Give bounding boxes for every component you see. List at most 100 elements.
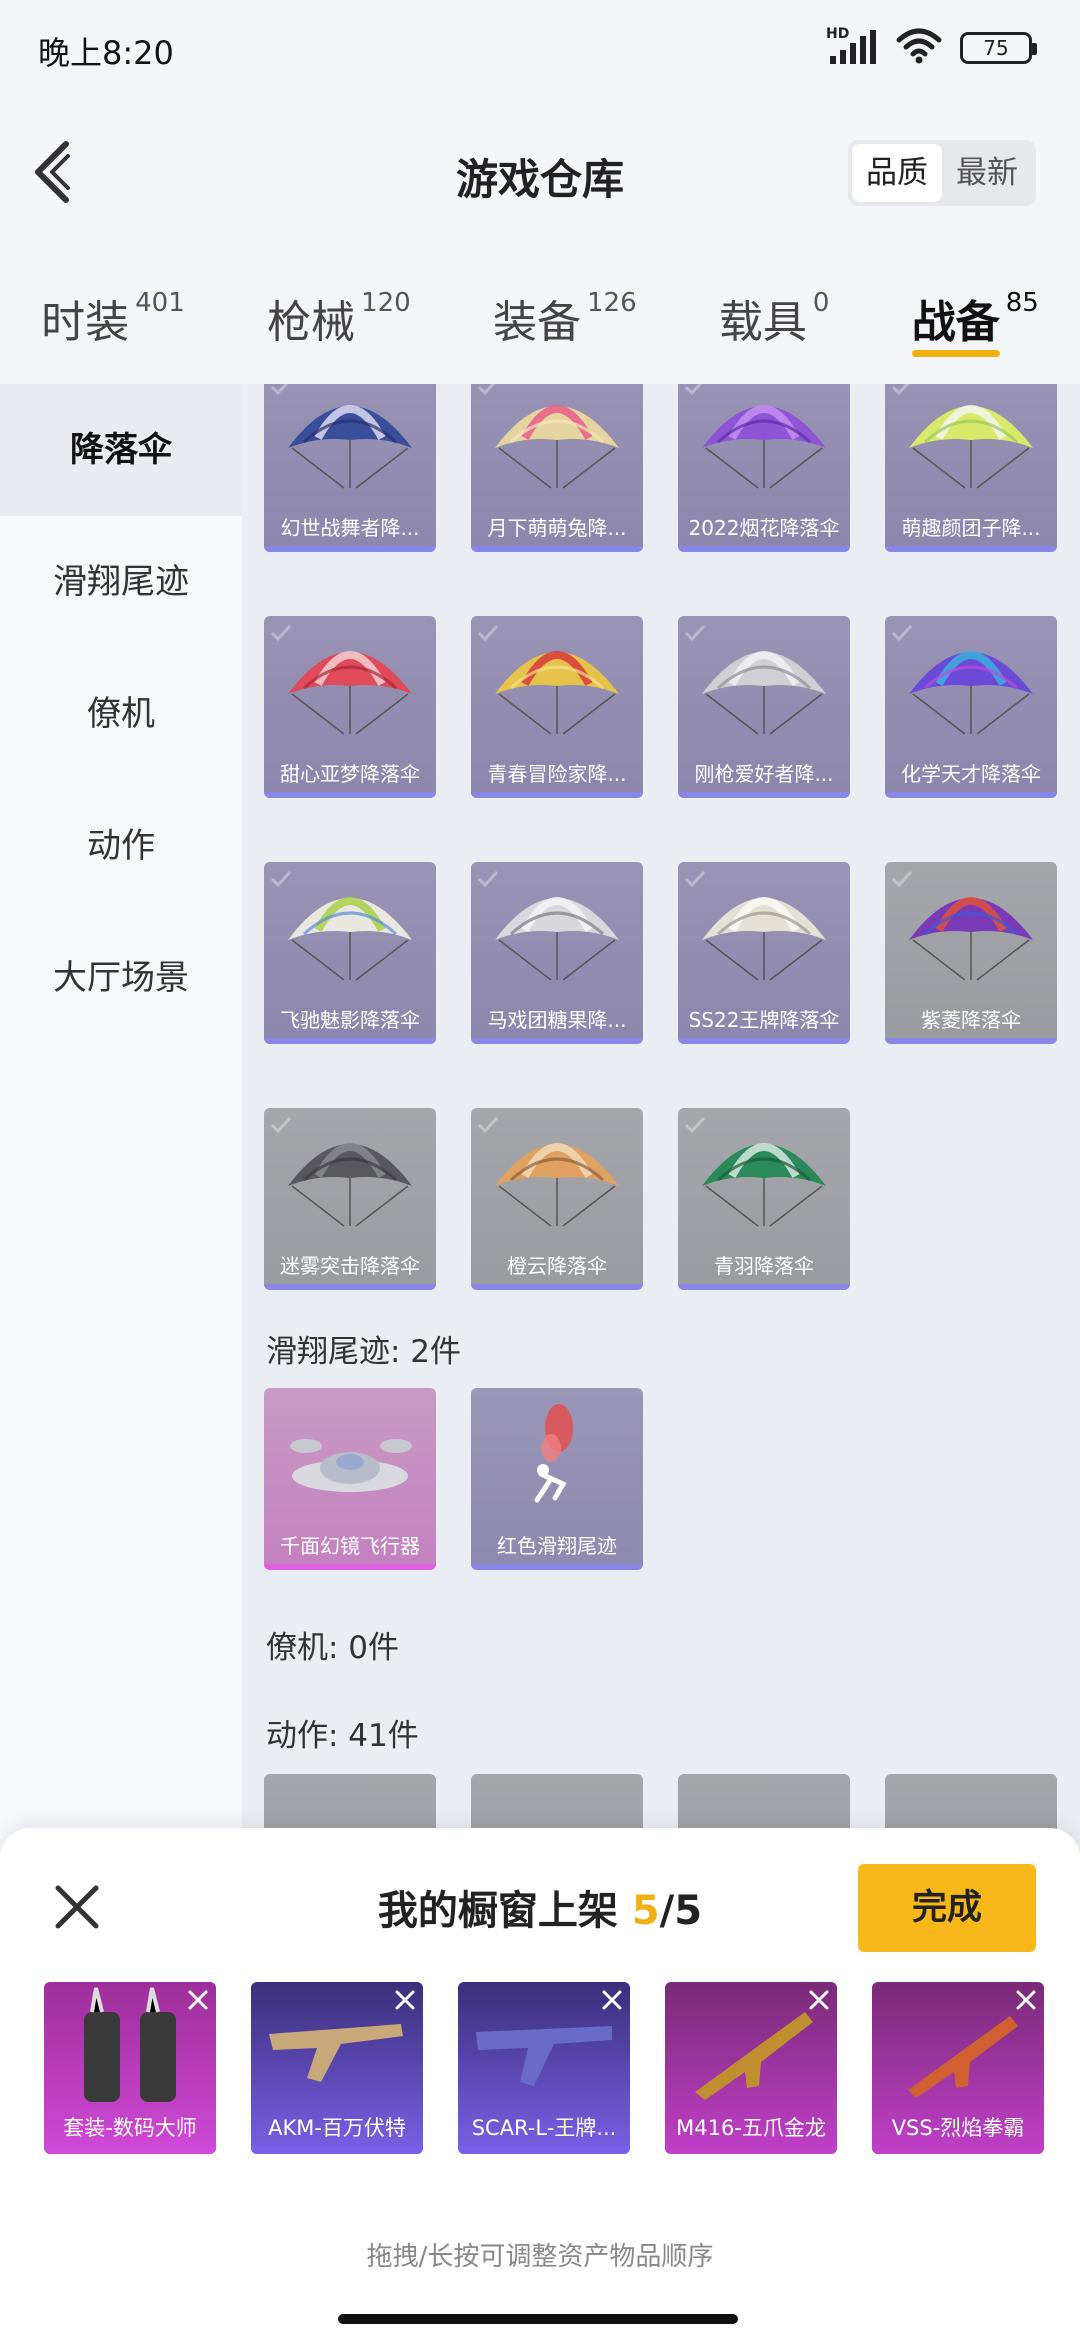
item-grid: 滑翔尾迹: 2件 千面幻镜飞行器 红色滑翔尾迹 僚机: 0件 动作: 41件 幻… <box>242 384 1080 1844</box>
item-name: 橙云降落伞 <box>507 1254 607 1278</box>
rarity-bar <box>264 1038 436 1044</box>
item-name: 幻世战舞者降... <box>280 516 420 540</box>
showcase-slots: 套装-数码大师 AKM-百万伏特 SCAR-L-王牌... M416-五爪金龙 VSS-… <box>44 1982 1044 2154</box>
parachute-image <box>702 405 826 489</box>
rarity-bar <box>665 2146 837 2154</box>
tab-vehicles[interactable]: 载具 0 <box>719 270 830 370</box>
rarity-bar <box>264 1284 436 1290</box>
item-name: 套装-数码大师 <box>63 2116 197 2140</box>
tab-weapons[interactable]: 枪械 120 <box>267 270 411 370</box>
system-icons: HD 75 <box>826 26 1037 68</box>
parachute-card[interactable]: 幻世战舞者降... <box>264 384 436 552</box>
remove-icon[interactable] <box>1014 1988 1038 2012</box>
item-name: SCAR-L-王牌... <box>471 2116 617 2140</box>
showcase-current-count: 5 <box>631 1888 660 1934</box>
showcase-total-count: /5 <box>659 1888 703 1934</box>
rarity-bar <box>885 792 1057 798</box>
check-icon <box>270 1116 292 1134</box>
rarity-bar <box>471 792 643 798</box>
parachute-card[interactable]: 紫菱降落伞 <box>885 862 1057 1044</box>
check-icon <box>270 870 292 888</box>
wifi-icon <box>896 28 942 68</box>
showcase-item[interactable]: SCAR-L-王牌... <box>458 1982 630 2154</box>
parachute-image <box>495 405 619 489</box>
remove-icon[interactable] <box>186 1988 210 2012</box>
showcase-sheet: 我的橱窗上架 5/5 完成 套装-数码大师 AKM-百万伏特 SCAR-L-王牌..… <box>0 1828 1080 2340</box>
sort-toggle: 品质 最新 <box>848 140 1036 206</box>
home-indicator[interactable] <box>338 2314 738 2324</box>
parachute-card[interactable]: 青羽降落伞 <box>678 1108 850 1290</box>
showcase-title-text: 我的橱窗上架 <box>377 1888 618 1934</box>
rarity-bar <box>885 1038 1057 1044</box>
tab-battle-gear[interactable]: 战备 85 <box>911 270 1039 370</box>
parachute-card[interactable]: 橙云降落伞 <box>471 1108 643 1290</box>
parachute-card[interactable]: 月下萌萌兔降... <box>471 384 643 552</box>
check-icon <box>684 384 703 396</box>
tab-label: 时装 <box>41 297 130 348</box>
tab-label: 载具 <box>718 297 807 348</box>
sort-quality-option[interactable]: 品质 <box>852 144 942 202</box>
parachute-card[interactable]: 萌趣颜团子降... <box>885 384 1057 552</box>
item-name: 萌趣颜团子降... <box>901 516 1041 540</box>
rarity-bar <box>678 792 850 798</box>
parachute-card[interactable]: SS22王牌降落伞 <box>678 862 850 1044</box>
rarity-bar <box>44 2146 216 2154</box>
showcase-item[interactable]: 套装-数码大师 <box>44 1982 216 2154</box>
check-icon <box>891 384 910 396</box>
parachute-card[interactable]: 飞驰魅影降落伞 <box>264 862 436 1044</box>
check-icon <box>477 1116 499 1134</box>
side-nav: 降落伞 滑翔尾迹 僚机 动作 大厅场景 <box>0 384 242 1884</box>
parachute-card[interactable]: 青春冒险家降... <box>471 616 643 798</box>
remove-icon[interactable] <box>807 1988 831 2012</box>
status-bar: 晚上8:20 HD 75 <box>0 0 1080 96</box>
tab-equipment[interactable]: 装备 126 <box>493 270 637 370</box>
parachute-card[interactable]: 化学天才降落伞 <box>885 616 1057 798</box>
parachute-image <box>909 405 1033 489</box>
remove-icon[interactable] <box>600 1988 624 2012</box>
parachute-image <box>288 405 412 489</box>
sidenav-item-wingman[interactable]: 僚机 <box>0 648 242 780</box>
item-name: 化学天才降落伞 <box>901 762 1041 786</box>
done-button[interactable]: 完成 <box>858 1864 1036 1952</box>
rarity-bar <box>251 2146 423 2154</box>
tab-count: 401 <box>135 288 185 318</box>
rarity-bar <box>471 1284 643 1290</box>
sort-newest-option[interactable]: 最新 <box>942 144 1032 202</box>
sidenav-item-lobby-scene[interactable]: 大厅场景 <box>0 912 242 1044</box>
tab-fashion[interactable]: 时装 401 <box>41 270 185 370</box>
rarity-bar <box>471 1038 643 1044</box>
rarity-bar <box>264 546 436 552</box>
glide-trail-section-label: 滑翔尾迹: 2件 <box>266 1334 462 1370</box>
check-icon <box>684 624 706 642</box>
item-name: 2022烟花降落伞 <box>688 516 840 540</box>
item-name: 月下萌萌兔降... <box>487 516 627 540</box>
rarity-bar <box>458 2146 630 2154</box>
item-name: 青羽降落伞 <box>714 1254 814 1278</box>
parachute-card[interactable]: 马戏团糖果降... <box>471 862 643 1044</box>
sidenav-item-parachute[interactable]: 降落伞 <box>0 384 242 516</box>
rarity-bar <box>678 1284 850 1290</box>
check-icon <box>477 384 496 396</box>
rarity-bar <box>678 546 850 552</box>
parachute-card[interactable]: 2022烟花降落伞 <box>678 384 850 552</box>
parachute-card[interactable]: 迷雾突击降落伞 <box>264 1108 436 1290</box>
item-name: 甜心亚梦降落伞 <box>280 762 420 786</box>
glide-trail-card[interactable]: 红色滑翔尾迹 <box>471 1388 643 1570</box>
sidenav-item-glide-trail[interactable]: 滑翔尾迹 <box>0 516 242 648</box>
item-name: SS22王牌降落伞 <box>688 1008 840 1032</box>
rarity-bar <box>264 1564 436 1570</box>
tab-count: 120 <box>361 288 411 318</box>
sidenav-item-emote[interactable]: 动作 <box>0 780 242 912</box>
remove-icon[interactable] <box>393 1988 417 2012</box>
item-name: 刚枪爱好者降... <box>694 762 834 786</box>
ufo-image <box>290 1439 412 1492</box>
tab-count: 0 <box>812 288 830 318</box>
showcase-item[interactable]: AKM-百万伏特 <box>251 1982 423 2154</box>
parachute-card[interactable]: 刚枪爱好者降... <box>678 616 850 798</box>
check-icon <box>684 1116 706 1134</box>
parachute-card[interactable]: 甜心亚梦降落伞 <box>264 616 436 798</box>
showcase-item[interactable]: VSS-烈焰拳霸 <box>872 1982 1044 2154</box>
showcase-item[interactable]: M416-五爪金龙 <box>665 1982 837 2154</box>
tab-count: 85 <box>1005 288 1039 318</box>
glide-trail-card[interactable]: 千面幻镜飞行器 <box>264 1388 436 1570</box>
